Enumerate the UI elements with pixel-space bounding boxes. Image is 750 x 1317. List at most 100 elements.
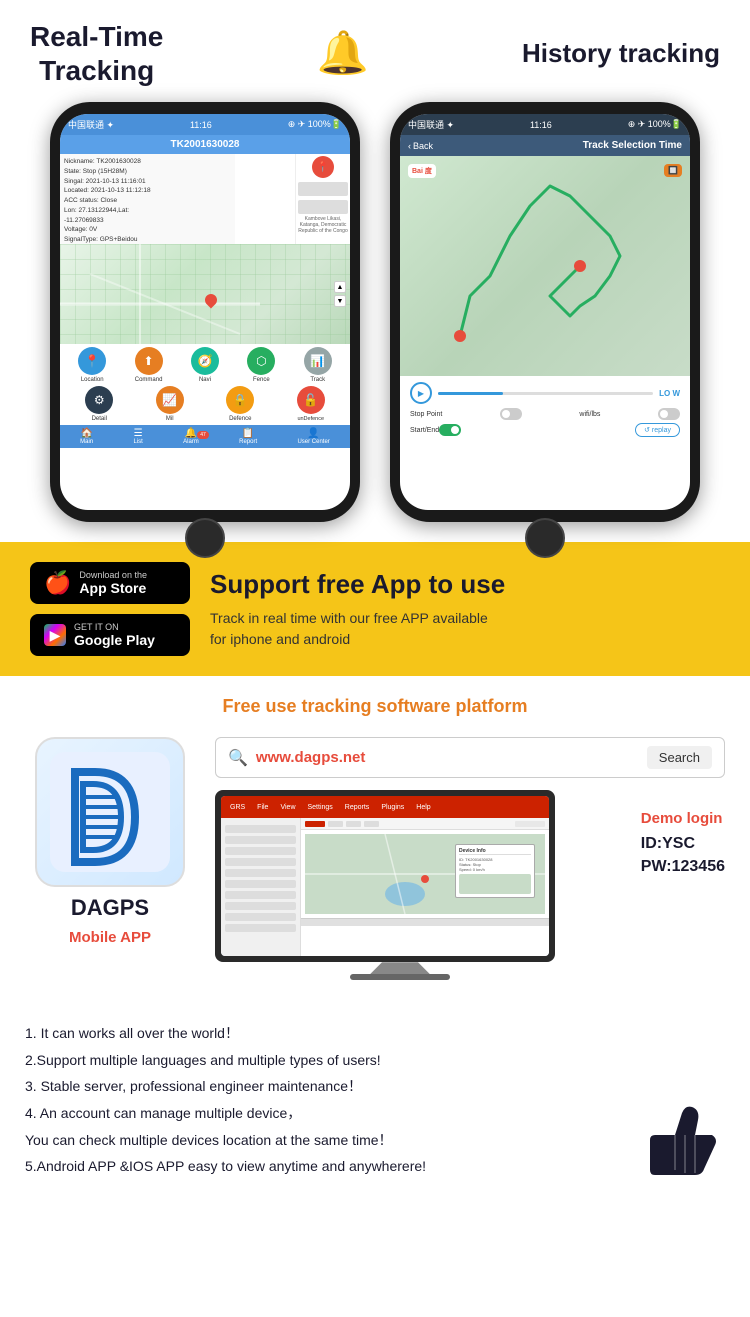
phone1-carrier: 中国联通 ✦ bbox=[68, 118, 114, 131]
google-play-label: Google Play bbox=[74, 632, 155, 648]
search-button[interactable]: Search bbox=[647, 746, 712, 769]
nav-alarm[interactable]: 🔔 Alarm 47 bbox=[183, 428, 199, 445]
phone1-status-bar: 中国联通 ✦ 11:16 ⊕ ✈ 100%🔋 bbox=[60, 114, 350, 135]
features-section: 1. It can works all over the world！ 2.Su… bbox=[0, 1000, 750, 1200]
google-play-text: GET IT ON Google Play bbox=[74, 622, 155, 648]
phone2-controls: ▶ LO W Stop Point wifi/lbs bbox=[400, 376, 690, 446]
monitor-main: Device Info ID: TK2001630028 Status: Sto… bbox=[301, 818, 549, 956]
monitor-toolbar bbox=[301, 818, 549, 830]
track-btn[interactable]: 📊 Track bbox=[304, 347, 332, 383]
start-end-row: Start/End ↺ replay bbox=[410, 423, 680, 437]
app-logo-box bbox=[35, 737, 185, 887]
thumbs-up-svg bbox=[630, 1085, 730, 1185]
phone1-btn-area: 📍 Location ⬆ Command 🧭 Navi bbox=[60, 344, 350, 425]
navi-btn[interactable]: 🧭 Navi bbox=[191, 347, 219, 383]
undefence-btn[interactable]: 🔓 unDefence bbox=[297, 386, 325, 422]
nav-user[interactable]: 👤 User Center bbox=[297, 428, 329, 445]
phone2-screen: 中国联通 ✦ 11:16 ⊕ ✈ 100%🔋 ‹ Back Track Sele… bbox=[400, 114, 690, 510]
phone1-info-area: Nickname: TK2001630028 State: Stop (15H2… bbox=[60, 154, 350, 244]
phone2-time: 11:16 bbox=[530, 120, 552, 130]
top-section: Real-Time Tracking 🔔 History tracking 中国… bbox=[0, 0, 750, 542]
demo-login-title: Demo login bbox=[641, 810, 725, 827]
feature-line-1: 1. It can works all over the world！ bbox=[25, 1020, 725, 1047]
url-text: www.dagps.net bbox=[256, 749, 647, 766]
stop-point-toggle[interactable] bbox=[500, 408, 522, 420]
play-button[interactable]: ▶ bbox=[410, 382, 432, 404]
progress-area bbox=[438, 388, 653, 399]
defence-btn[interactable]: 🔒 Defence bbox=[226, 386, 254, 422]
phone2-home-btn[interactable] bbox=[525, 518, 565, 558]
monitor-stand bbox=[370, 962, 430, 974]
phone1-right-panel: 📍 Kambove Likasi, Katanga, Democratic Re… bbox=[295, 154, 350, 244]
phone1-map: ▲ ▼ bbox=[60, 244, 350, 344]
phones-row: 中国联通 ✦ 11:16 ⊕ ✈ 100%🔋 TK2001630028 Nick… bbox=[30, 102, 720, 522]
demo-login-area: Demo login ID:YSC PW:123456 bbox=[641, 810, 725, 876]
start-end-toggle[interactable] bbox=[439, 424, 461, 436]
support-text-area: Support free App to use Track in real ti… bbox=[210, 569, 720, 650]
monitor-area: GRS File View Settings Reports Plugins H… bbox=[215, 790, 725, 980]
wifi-lbs-toggle[interactable] bbox=[658, 408, 680, 420]
demo-pw: PW:123456 bbox=[641, 858, 725, 876]
stop-point-label: Stop Point bbox=[410, 411, 442, 418]
mil-btn[interactable]: 📈 Mil bbox=[156, 386, 184, 422]
nav-main[interactable]: 🏠 Main bbox=[80, 428, 93, 445]
thumbs-up-icon bbox=[630, 1085, 730, 1190]
google-play-icon: ▶ bbox=[44, 624, 66, 646]
nav-report[interactable]: 📋 Report bbox=[239, 428, 257, 445]
phone1-screen: 中国联通 ✦ 11:16 ⊕ ✈ 100%🔋 TK2001630028 Nick… bbox=[60, 114, 350, 510]
feature-lines: 1. It can works all over the world！ 2.Su… bbox=[25, 1020, 725, 1180]
phone1-time: 11:16 bbox=[190, 120, 212, 130]
phone1-device-id: TK2001630028 bbox=[60, 135, 350, 154]
dagps-logo-svg bbox=[50, 752, 170, 872]
track-path-svg bbox=[400, 156, 690, 376]
location-btn[interactable]: 📍 Location bbox=[78, 347, 106, 383]
google-play-button[interactable]: ▶ GET IT ON Google Play bbox=[30, 614, 190, 656]
feature-line-5: You can check multiple devices location … bbox=[25, 1127, 725, 1154]
history-title: History tracking bbox=[522, 38, 720, 69]
feature-line-3: 3. Stable server, professional engineer … bbox=[25, 1073, 725, 1100]
app-store-text: Download on the App Store bbox=[79, 570, 147, 596]
replay-button[interactable]: ↺ replay bbox=[635, 423, 680, 437]
yellow-section: 🍎 Download on the App Store ▶ GET IT ON … bbox=[0, 542, 750, 676]
nav-list[interactable]: ☰ List bbox=[133, 428, 142, 445]
platform-title: Free use tracking software platform bbox=[25, 696, 725, 717]
monitor-dialog: Device Info ID: TK2001630028 Status: Sto… bbox=[455, 844, 535, 898]
platform-content: DAGPS Mobile APP 🔍 www.dagps.net Search bbox=[25, 737, 725, 980]
wifi-lbs-label: wifi/lbs bbox=[579, 411, 600, 418]
store-buttons: 🍎 Download on the App Store ▶ GET IT ON … bbox=[30, 562, 190, 656]
search-icon: 🔍 bbox=[228, 748, 248, 768]
phone1-battery: ⊕ ✈ 100%🔋 bbox=[288, 119, 342, 130]
monitor-body: Device Info ID: TK2001630028 Status: Sto… bbox=[221, 818, 549, 956]
mobile-app-label: Mobile APP bbox=[69, 929, 151, 946]
command-btn[interactable]: ⬆ Command bbox=[135, 347, 163, 383]
phone1-frame: 中国联通 ✦ 11:16 ⊕ ✈ 100%🔋 TK2001630028 Nick… bbox=[50, 102, 360, 522]
phone2-carrier: 中国联通 ✦ bbox=[408, 118, 454, 131]
phone1-home-btn[interactable] bbox=[185, 518, 225, 558]
monitor-screen: GRS File View Settings Reports Plugins H… bbox=[221, 796, 549, 956]
back-button[interactable]: ‹ Back bbox=[408, 141, 433, 151]
phone1-info-text: Nickname: TK2001630028 State: Stop (15H2… bbox=[60, 154, 295, 244]
monitor-map-area: Device Info ID: TK2001630028 Status: Sto… bbox=[305, 834, 545, 914]
feature-line-4: 4. An account can manage multiple device… bbox=[25, 1100, 725, 1127]
support-desc: Track in real time with our free APP ava… bbox=[210, 608, 720, 650]
fence-btn[interactable]: ⬡ Fence bbox=[247, 347, 275, 383]
monitor-frame: GRS File View Settings Reports Plugins H… bbox=[215, 790, 555, 962]
phone1-btn-row2: ⚙ Detail 📈 Mil 🔒 Defence bbox=[64, 386, 346, 422]
get-it-on: GET IT ON bbox=[74, 622, 155, 632]
playback-row: ▶ LO W bbox=[410, 382, 680, 404]
stop-point-row: Stop Point wifi/lbs bbox=[410, 408, 680, 420]
phone2-status-bar: 中国联通 ✦ 11:16 ⊕ ✈ 100%🔋 bbox=[400, 114, 690, 135]
phone2-map: Bai 度 🔲 bbox=[400, 156, 690, 376]
monitor-base bbox=[350, 974, 450, 980]
app-store-button[interactable]: 🍎 Download on the App Store bbox=[30, 562, 190, 604]
map-scrollbar: ▲ ▼ bbox=[334, 281, 346, 307]
real-time-title: Real-Time Tracking bbox=[30, 20, 163, 87]
phone1-nav: 🏠 Main ☰ List 🔔 Alarm 47 bbox=[60, 425, 350, 448]
phone1-icon1: 📍 bbox=[312, 156, 334, 178]
beidou-logo: Bai 度 bbox=[408, 164, 436, 178]
phone1-container: 中国联通 ✦ 11:16 ⊕ ✈ 100%🔋 TK2001630028 Nick… bbox=[40, 102, 370, 522]
detail-btn[interactable]: ⚙ Detail bbox=[85, 386, 113, 422]
start-end-label: Start/End bbox=[410, 427, 439, 434]
app-name: DAGPS bbox=[71, 895, 149, 921]
right-platform: 🔍 www.dagps.net Search GRS File bbox=[215, 737, 725, 980]
